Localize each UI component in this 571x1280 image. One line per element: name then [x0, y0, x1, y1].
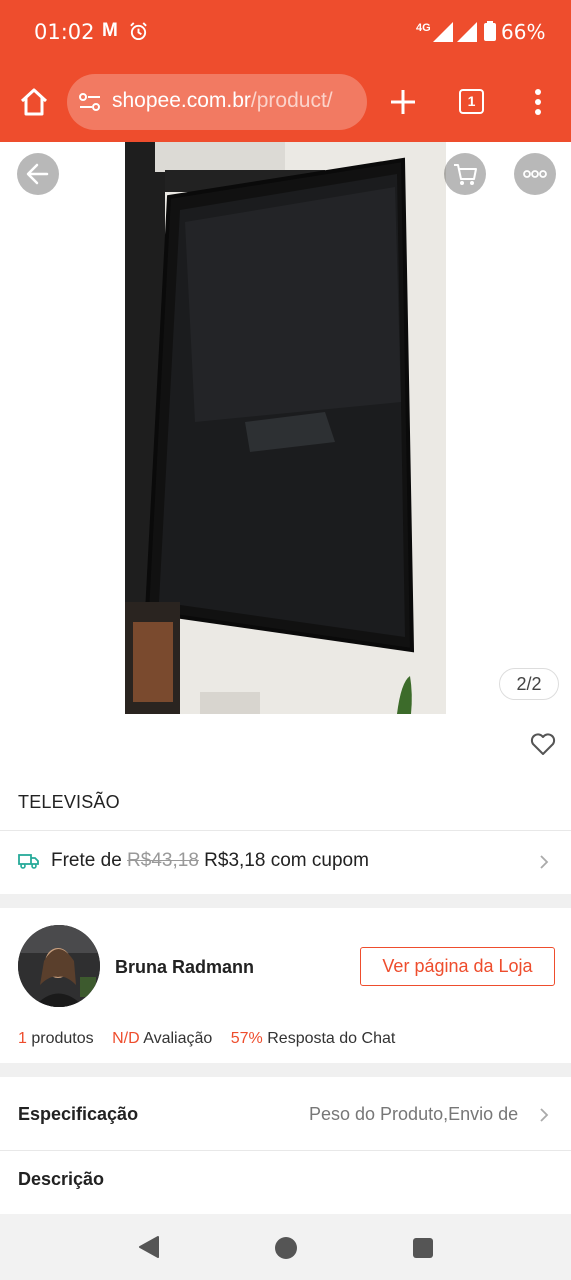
nav-home-icon[interactable] [275, 1237, 297, 1259]
stat-chat-response: 57% Resposta do Chat [231, 1030, 396, 1047]
view-shop-button[interactable]: Ver página da Loja [360, 947, 555, 986]
seller-card: Bruna Radmann Ver página da Loja 1 produ… [0, 908, 571, 1063]
system-nav-bar [0, 1214, 571, 1280]
new-tab-icon[interactable] [389, 88, 417, 116]
section-gap [0, 894, 571, 908]
stat-products: 1 produtos [18, 1030, 94, 1047]
arrow-left-icon [26, 163, 49, 185]
stat-value: 57% [230, 1030, 263, 1047]
home-icon[interactable] [18, 86, 50, 118]
stat-value: N/D [112, 1030, 140, 1047]
shipping-suffix: com cupom [270, 850, 369, 871]
stat-rating: N/D Avaliação [112, 1030, 212, 1047]
cart-icon [454, 164, 477, 185]
image-pager: 2/2 [499, 668, 559, 700]
stat-label: produtos [31, 1030, 94, 1047]
description-section: Descrição [0, 1151, 571, 1214]
battery-icon [484, 21, 496, 41]
chevron-right-icon [540, 1108, 549, 1122]
shipping-text: Frete de R$43,18 R$3,18 com cupom [51, 850, 369, 872]
shipping-new-price: R$3,18 [204, 850, 266, 871]
address-bar[interactable]: shopee.com.br/product/ [67, 74, 367, 130]
shipping-prefix: Frete de [51, 850, 122, 871]
more-vert-icon[interactable] [528, 88, 548, 116]
shipping-old-price: R$43,18 [127, 850, 199, 871]
stat-label: Resposta do Chat [267, 1030, 396, 1047]
back-button[interactable] [17, 153, 59, 195]
seller-name: Bruna Radmann [115, 957, 255, 977]
site-settings-icon[interactable] [79, 92, 101, 112]
signal-icon [457, 22, 477, 42]
avatar-image [18, 925, 100, 1007]
divider [0, 830, 571, 831]
battery-percent: 66% [501, 20, 546, 44]
more-options-button[interactable] [514, 153, 556, 195]
url-path: /product/ [250, 89, 333, 112]
status-time: 01:02 [34, 20, 95, 44]
truck-icon [18, 854, 39, 869]
tv-illustration [125, 142, 446, 714]
tab-switcher-button[interactable]: 1 [459, 89, 484, 114]
network-type: 4G [416, 22, 431, 34]
specification-value: Peso do Produto,Envio de [309, 1104, 519, 1124]
specification-label: Especificação [18, 1104, 139, 1124]
url-domain: shopee.com.br [112, 89, 251, 112]
stat-label: Avaliação [143, 1030, 213, 1047]
shipping-row[interactable]: Frete de R$43,18 R$3,18 com cupom [0, 832, 571, 892]
signal-icon [433, 22, 453, 42]
browser-toolbar: shopee.com.br/product/ 1 [0, 64, 571, 142]
avatar[interactable] [18, 925, 100, 1007]
alarm-icon [130, 22, 147, 41]
url-text: shopee.com.br/product/ [112, 89, 357, 113]
status-bar: 01:02 M 4G 66% [0, 0, 571, 64]
gmail-icon: M [102, 20, 118, 41]
section-gap [0, 1063, 571, 1077]
product-photo[interactable] [125, 142, 446, 714]
description-label: Descrição [18, 1169, 105, 1189]
cart-button[interactable] [444, 153, 486, 195]
chevron-right-icon [540, 855, 549, 869]
more-horiz-icon [523, 170, 547, 178]
product-gallery[interactable]: 2/2 [0, 142, 571, 782]
heart-icon[interactable] [530, 732, 556, 756]
nav-recents-icon[interactable] [413, 1238, 433, 1258]
stat-value: 1 [18, 1030, 27, 1047]
nav-back-icon[interactable] [138, 1236, 160, 1258]
specification-row[interactable]: Especificação Peso do Produto,Envio de [0, 1078, 571, 1150]
seller-stats: 1 produtos N/D Avaliação 57% Resposta do… [18, 1030, 409, 1048]
product-title: TELEVISÃO [18, 792, 120, 812]
